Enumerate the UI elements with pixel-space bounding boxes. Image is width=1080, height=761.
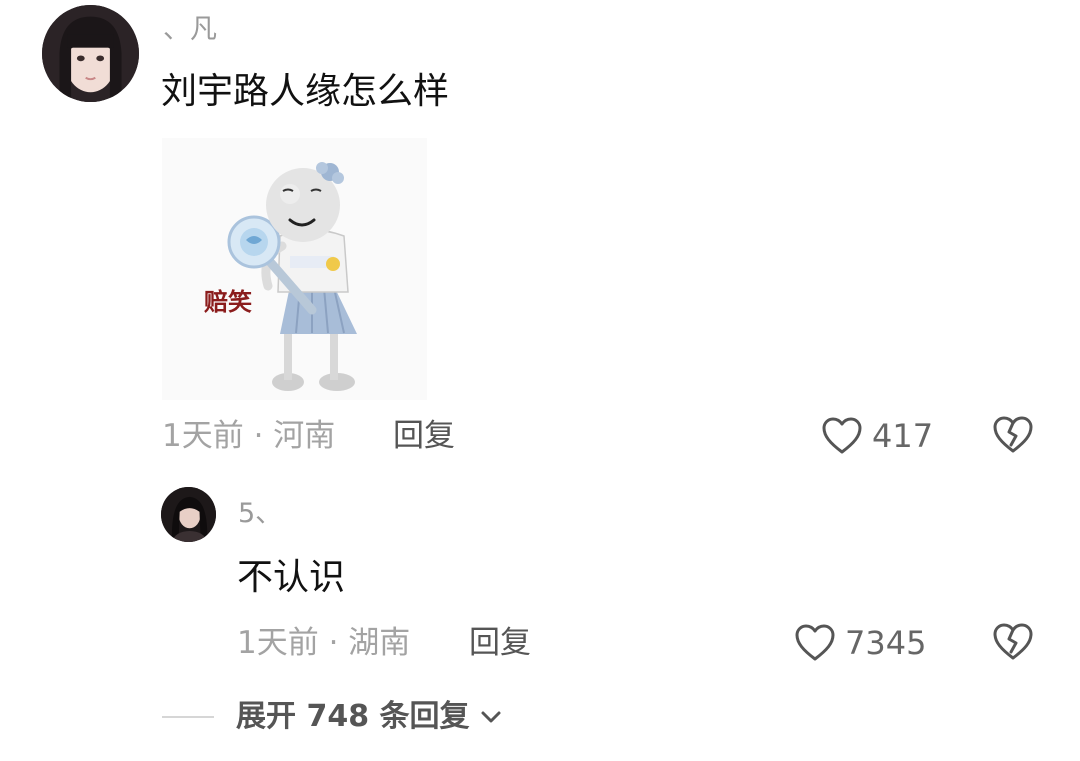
comment-text: 刘宇路人缘怎么样 [161,71,450,112]
avatar[interactable] [42,5,139,102]
avatar[interactable] [161,487,216,542]
heart-outline-icon [820,416,864,456]
reply-button[interactable]: 回复 [469,623,531,663]
broken-heart-icon[interactable] [991,622,1035,662]
sticker-image[interactable]: 赔笑 [162,138,427,400]
like-count: 417 [872,417,934,455]
reply-button[interactable]: 回复 [393,416,455,456]
comment-text: 不认识 [237,557,346,598]
expand-replies-label: 展开 748 条回复 [236,699,470,734]
broken-heart-icon[interactable] [991,415,1035,455]
chevron-down-icon [480,710,502,724]
comment-meta: 1天前 · 河南 [162,418,336,454]
sticker-figure [162,138,427,400]
username[interactable]: 5、 [238,498,282,530]
comment-item: 、凡 刘宇路人缘怎么样 赔笑 1天前 · 河南 回复 417 [0,0,1080,470]
username[interactable]: 、凡 [163,14,217,46]
heart-outline-icon [793,623,837,663]
expand-replies-button[interactable]: 展开 748 条回复 [162,695,502,739]
sticker-caption: 赔笑 [204,288,252,316]
like-button[interactable]: 7345 [793,621,926,665]
divider-line [162,716,214,718]
reply-item: 5、 不认识 1天前 · 湖南 回复 7345 [0,480,1080,680]
comment-meta: 1天前 · 湖南 [237,625,411,661]
like-count: 7345 [845,624,927,662]
like-button[interactable]: 417 [820,414,933,458]
